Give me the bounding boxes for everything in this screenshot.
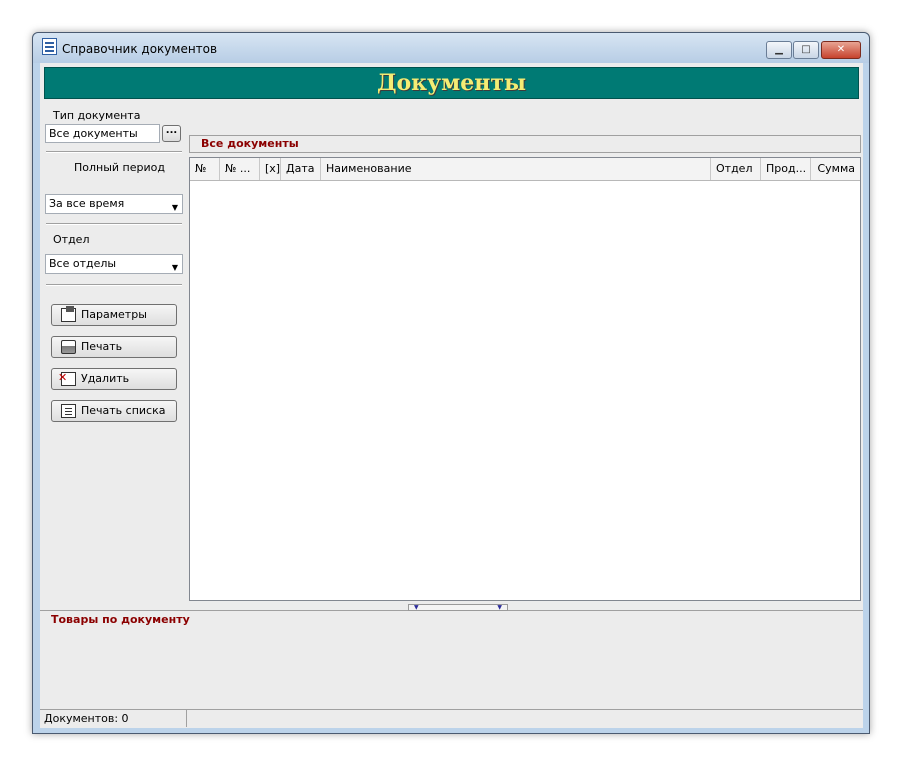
parameters-button-label: Параметры: [81, 308, 147, 321]
delete-button[interactable]: Удалить: [51, 368, 177, 390]
column-header-doc-number[interactable]: № ...: [220, 158, 260, 180]
splitter-arrow-icon: ▼: [414, 604, 419, 611]
splitter-arrow-icon: ▼: [497, 604, 502, 611]
print-list-button-label: Печать списка: [81, 404, 166, 417]
print-button-label: Печать: [81, 340, 123, 353]
delete-icon: [58, 368, 76, 388]
delete-button-label: Удалить: [81, 372, 130, 385]
department-label: Отдел: [53, 233, 90, 246]
column-header-checked[interactable]: [x]: [260, 158, 281, 180]
divider: [46, 151, 182, 153]
column-header-number[interactable]: №: [190, 158, 220, 180]
column-header-name[interactable]: Наименование: [321, 158, 711, 180]
client-area: Документы Тип документа Все документы ..…: [40, 63, 863, 728]
banner-title: Документы: [376, 70, 527, 96]
print-list-button[interactable]: Печать списка: [51, 400, 177, 422]
status-bar: Документов: 0: [40, 709, 863, 728]
column-header-sum[interactable]: Сумма: [811, 158, 860, 180]
documents-table[interactable]: № № ... [x] Дата Наименование Отдел Прод…: [189, 157, 861, 601]
column-header-department[interactable]: Отдел: [711, 158, 761, 180]
title-bar[interactable]: Справочник документов ▁ □ ✕: [33, 33, 869, 63]
chevron-down-icon: ▼: [171, 263, 178, 272]
doc-type-select-button[interactable]: ...: [162, 125, 181, 142]
period-select[interactable]: За все время ▼: [45, 194, 183, 214]
window-title: Справочник документов: [62, 42, 218, 56]
panel-splitter[interactable]: ▼ ▼: [408, 604, 508, 611]
print-button[interactable]: Печать: [51, 336, 177, 358]
close-button[interactable]: ✕: [821, 41, 861, 59]
department-select-value: Все отделы: [49, 257, 117, 270]
documents-panel: Все документы № № ... [x] Дата Наименова…: [189, 135, 861, 603]
chevron-down-icon: ▼: [171, 203, 178, 212]
column-header-date[interactable]: Дата: [281, 158, 321, 180]
documents-header: Все документы: [189, 135, 861, 153]
maximize-button[interactable]: □: [793, 41, 819, 59]
printer-icon: [61, 340, 76, 354]
doc-type-field[interactable]: Все документы: [45, 124, 160, 143]
header-banner: Документы: [44, 67, 859, 99]
period-label: Полный период: [74, 161, 165, 174]
filter-panel: Тип документа Все документы ... Полный п…: [40, 103, 187, 603]
goods-section-title: Товары по документу: [51, 613, 190, 626]
table-header: № № ... [x] Дата Наименование Отдел Прод…: [190, 158, 860, 181]
doc-type-label: Тип документа: [53, 109, 141, 122]
column-header-seller[interactable]: Прод...: [761, 158, 811, 180]
divider: [46, 284, 182, 286]
print-list-icon: [61, 404, 76, 418]
parameters-button[interactable]: Параметры: [51, 304, 177, 326]
parameters-icon: [61, 306, 76, 322]
minimize-button[interactable]: ▁: [766, 41, 792, 59]
documents-count: Документов: 0: [42, 710, 187, 727]
documents-window: Справочник документов ▁ □ ✕ Документы Ти…: [32, 32, 870, 734]
period-select-value: За все время: [49, 197, 125, 210]
documents-header-title: Все документы: [201, 137, 299, 150]
divider: [46, 223, 182, 225]
department-select[interactable]: Все отделы ▼: [45, 254, 183, 274]
app-icon: [42, 38, 57, 55]
